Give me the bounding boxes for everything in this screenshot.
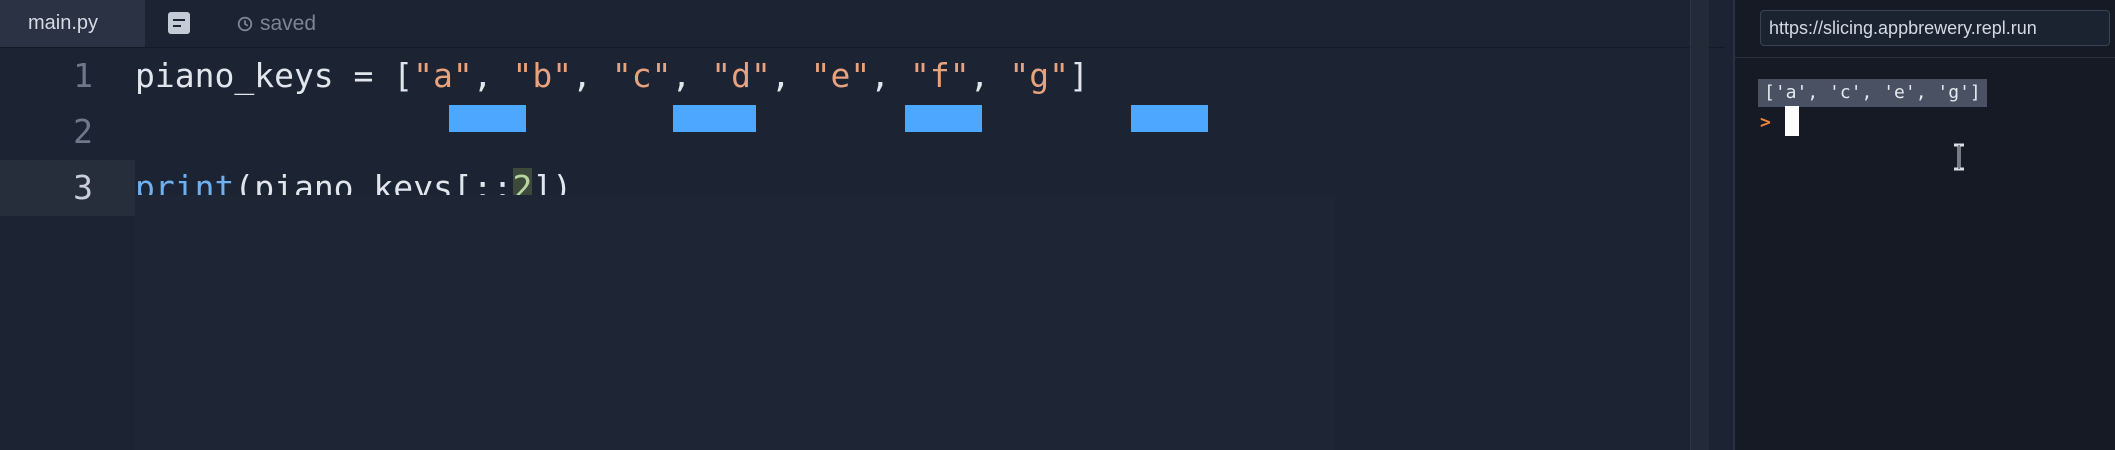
code-string: "c" bbox=[611, 56, 672, 95]
code-line-1[interactable]: piano_keys = ["a", "b", "c", "d", "e", "… bbox=[135, 48, 1089, 104]
line-number: 2 bbox=[73, 112, 93, 151]
code-separator: , bbox=[572, 56, 612, 95]
line-number: 1 bbox=[73, 56, 93, 95]
code-separator: , bbox=[472, 56, 513, 95]
code-separator: , bbox=[969, 56, 1010, 95]
console-input-cursor[interactable] bbox=[1785, 106, 1799, 136]
tab-main-py[interactable]: main.py bbox=[0, 0, 145, 47]
console-prompt: > bbox=[1760, 112, 1771, 133]
editor-scrollbar[interactable] bbox=[1690, 0, 1709, 450]
repl-url-field[interactable]: https://slicing.appbrewery.repl.run bbox=[1760, 10, 2110, 46]
tab-bar: main.py saved bbox=[0, 0, 1725, 48]
text-cursor-icon bbox=[1954, 143, 1964, 171]
highlight-bar-e bbox=[905, 105, 982, 132]
code-string: "d" bbox=[711, 56, 771, 95]
history-icon bbox=[237, 16, 253, 31]
code-operator: = [ bbox=[333, 56, 414, 95]
repl-app: main.py saved 1 2 3 piano_keys = ["a", "… bbox=[0, 0, 2115, 450]
save-status: saved bbox=[236, 0, 316, 47]
editor-empty-area[interactable] bbox=[135, 195, 1335, 450]
code-string: "a" bbox=[413, 56, 473, 95]
code-string: "f" bbox=[909, 56, 970, 95]
code-separator: , bbox=[671, 56, 712, 95]
code-string: "b" bbox=[512, 56, 573, 95]
highlight-bar-g bbox=[1131, 105, 1208, 132]
console-output: ['a', 'c', 'e', 'g'] bbox=[1758, 79, 1987, 107]
code-variable: piano_keys bbox=[135, 56, 334, 95]
code-string: "g" bbox=[1009, 56, 1069, 95]
tab-filename: main.py bbox=[28, 12, 99, 34]
gutter-line-2: 2 bbox=[0, 104, 135, 160]
highlight-bar-a bbox=[449, 105, 526, 132]
code-editor[interactable]: main.py saved 1 2 3 piano_keys = ["a", "… bbox=[0, 0, 1725, 450]
gutter-line-3: 3 bbox=[0, 160, 135, 216]
console-pane[interactable]: https://slicing.appbrewery.repl.run ['a'… bbox=[1733, 0, 2115, 450]
divider bbox=[1735, 57, 2115, 58]
code-string: "e" bbox=[810, 56, 871, 95]
code-separator: , bbox=[870, 56, 910, 95]
highlight-bar-c bbox=[673, 105, 756, 132]
gutter-line-1: 1 bbox=[0, 48, 135, 104]
code-separator: , bbox=[770, 56, 811, 95]
code-bracket: ] bbox=[1068, 56, 1089, 95]
line-number: 3 bbox=[73, 168, 93, 207]
file-menu-icon[interactable] bbox=[168, 12, 190, 34]
save-status-label: saved bbox=[260, 11, 317, 35]
